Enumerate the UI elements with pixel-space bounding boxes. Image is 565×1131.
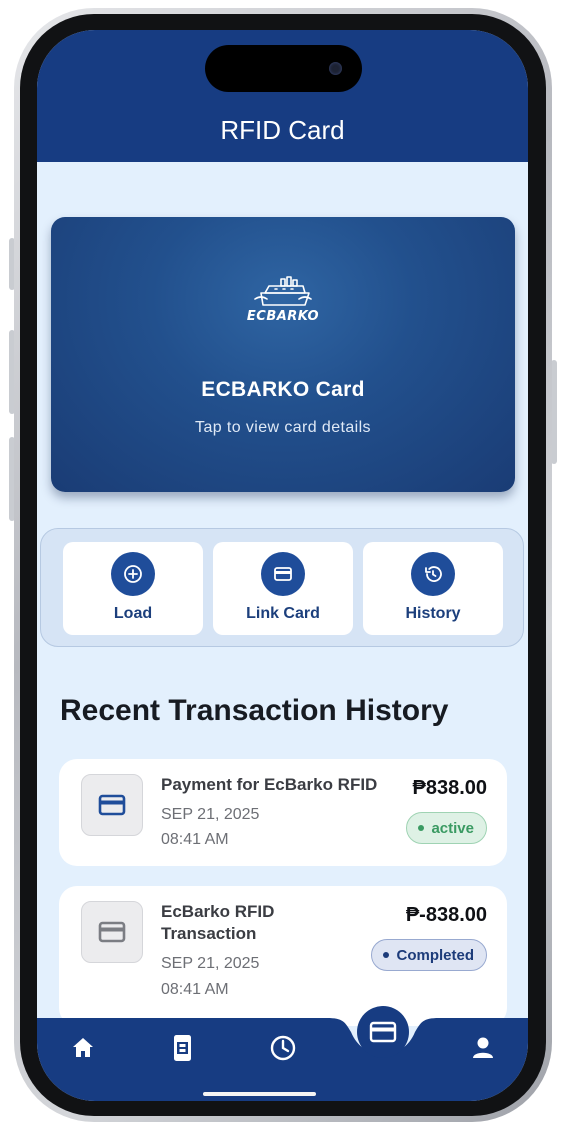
status-label: Completed	[396, 946, 474, 964]
quick-actions-panel: Load Link Card History	[40, 528, 524, 647]
page-title: RFID Card	[220, 115, 345, 145]
status-dot	[418, 825, 425, 831]
front-camera	[329, 62, 342, 75]
transaction-amount: ₱838.00	[412, 777, 487, 799]
home-indicator[interactable]	[203, 1092, 316, 1096]
logo-text: ECBARKO	[247, 309, 319, 324]
credit-card-icon	[81, 901, 143, 963]
transaction-date: SEP 21, 2025	[161, 955, 260, 972]
ticket-icon	[174, 1035, 191, 1061]
history-icon	[411, 552, 455, 596]
load-button[interactable]: Load	[63, 542, 203, 635]
link-card-label: Link Card	[246, 605, 320, 622]
nav-history[interactable]	[258, 1018, 308, 1078]
ecbarko-logo: ECBARKO	[247, 276, 319, 324]
person-icon	[473, 1037, 493, 1058]
card-title: ECBARKO Card	[201, 378, 365, 401]
credit-card-icon	[81, 774, 143, 836]
history-button[interactable]: History	[363, 542, 503, 635]
nav-profile[interactable]	[458, 1018, 508, 1078]
card-subtitle: Tap to view card details	[195, 419, 371, 436]
dynamic-island	[205, 45, 362, 92]
nav-home[interactable]	[58, 1018, 108, 1078]
rfid-card[interactable]: ECBARKO ECBARKO Card Tap to view card de…	[51, 217, 515, 492]
transaction-amount: ₱-838.00	[405, 904, 487, 926]
section-title: Recent Transaction History	[60, 694, 449, 727]
transaction-title-line1: EcBarko RFID	[161, 902, 275, 921]
screen: RFID Card ECBARKO ECBARKO Card Tap to vi…	[37, 30, 528, 1101]
transaction-row[interactable]: Payment for EcBarko RFID SEP 21, 2025 08…	[59, 759, 507, 866]
transaction-date: SEP 21, 2025	[161, 806, 260, 823]
clock-icon	[270, 1035, 296, 1061]
plus-circle-icon	[111, 552, 155, 596]
home-icon	[73, 1038, 93, 1057]
status-badge: active	[406, 812, 487, 844]
transaction-row[interactable]: EcBarko RFID Transaction SEP 21, 2025 08…	[59, 886, 507, 1026]
transaction-title-line2: Transaction	[161, 924, 257, 943]
history-label: History	[405, 605, 461, 622]
nav-rfid-card[interactable]	[357, 1006, 409, 1058]
link-card-button[interactable]: Link Card	[213, 542, 353, 635]
credit-card-icon	[369, 1021, 397, 1043]
transaction-time: 08:41 AM	[161, 831, 229, 848]
bottom-navigation	[37, 1006, 528, 1101]
transaction-title: EcBarko RFID Transaction	[161, 901, 274, 945]
transaction-time: 08:41 AM	[161, 981, 229, 998]
nav-tickets[interactable]	[157, 1018, 207, 1078]
status-dot	[383, 952, 390, 958]
credit-card-icon	[261, 552, 305, 596]
transaction-title: Payment for EcBarko RFID	[161, 775, 378, 794]
status-label: active	[431, 819, 474, 837]
load-label: Load	[113, 605, 153, 622]
status-badge: Completed	[371, 939, 487, 971]
